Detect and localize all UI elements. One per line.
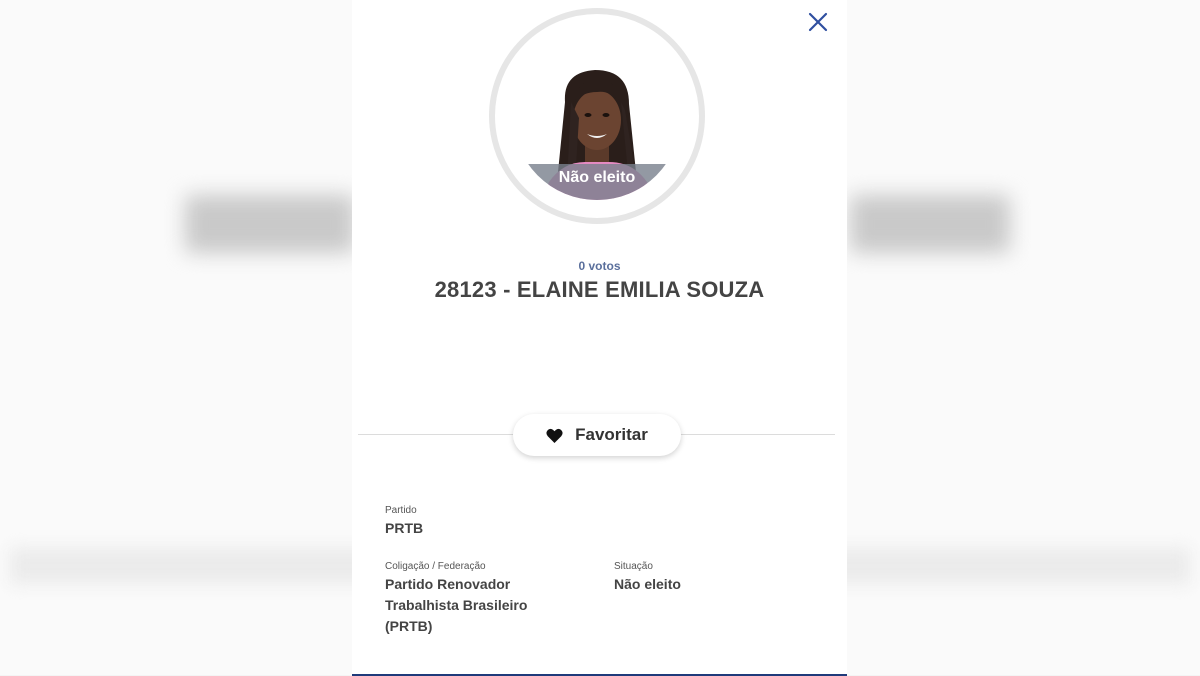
partido-value: PRTB	[385, 520, 424, 536]
photo-status-overlay: Não eleito	[513, 164, 681, 200]
coligacao-value: Partido Renovador Trabalhista Brasileiro…	[385, 576, 528, 634]
situacao-value: Não eleito	[614, 576, 681, 592]
candidate-modal: Não eleito 0 votos 28123 - ELAINE EMILIA…	[352, 0, 847, 676]
candidate-title: 28123 - ELAINE EMILIA SOUZA	[434, 277, 765, 302]
candidate-photo: Não eleito	[513, 32, 681, 200]
favorite-button[interactable]: Favoritar	[513, 414, 681, 456]
coligacao-label: Coligação / Federação	[385, 561, 486, 572]
background-blurred-element	[185, 195, 355, 253]
situacao-label: Situação	[614, 561, 653, 572]
vote-count: 0 votos	[578, 259, 621, 273]
background-blurred-element	[850, 195, 1010, 253]
partido-label: Partido	[385, 505, 417, 516]
heart-icon	[546, 428, 563, 443]
candidate-photo-ring: Não eleito	[489, 8, 705, 224]
favorite-label: Favoritar	[575, 425, 648, 444]
close-button[interactable]	[806, 10, 830, 34]
close-icon	[808, 12, 828, 32]
